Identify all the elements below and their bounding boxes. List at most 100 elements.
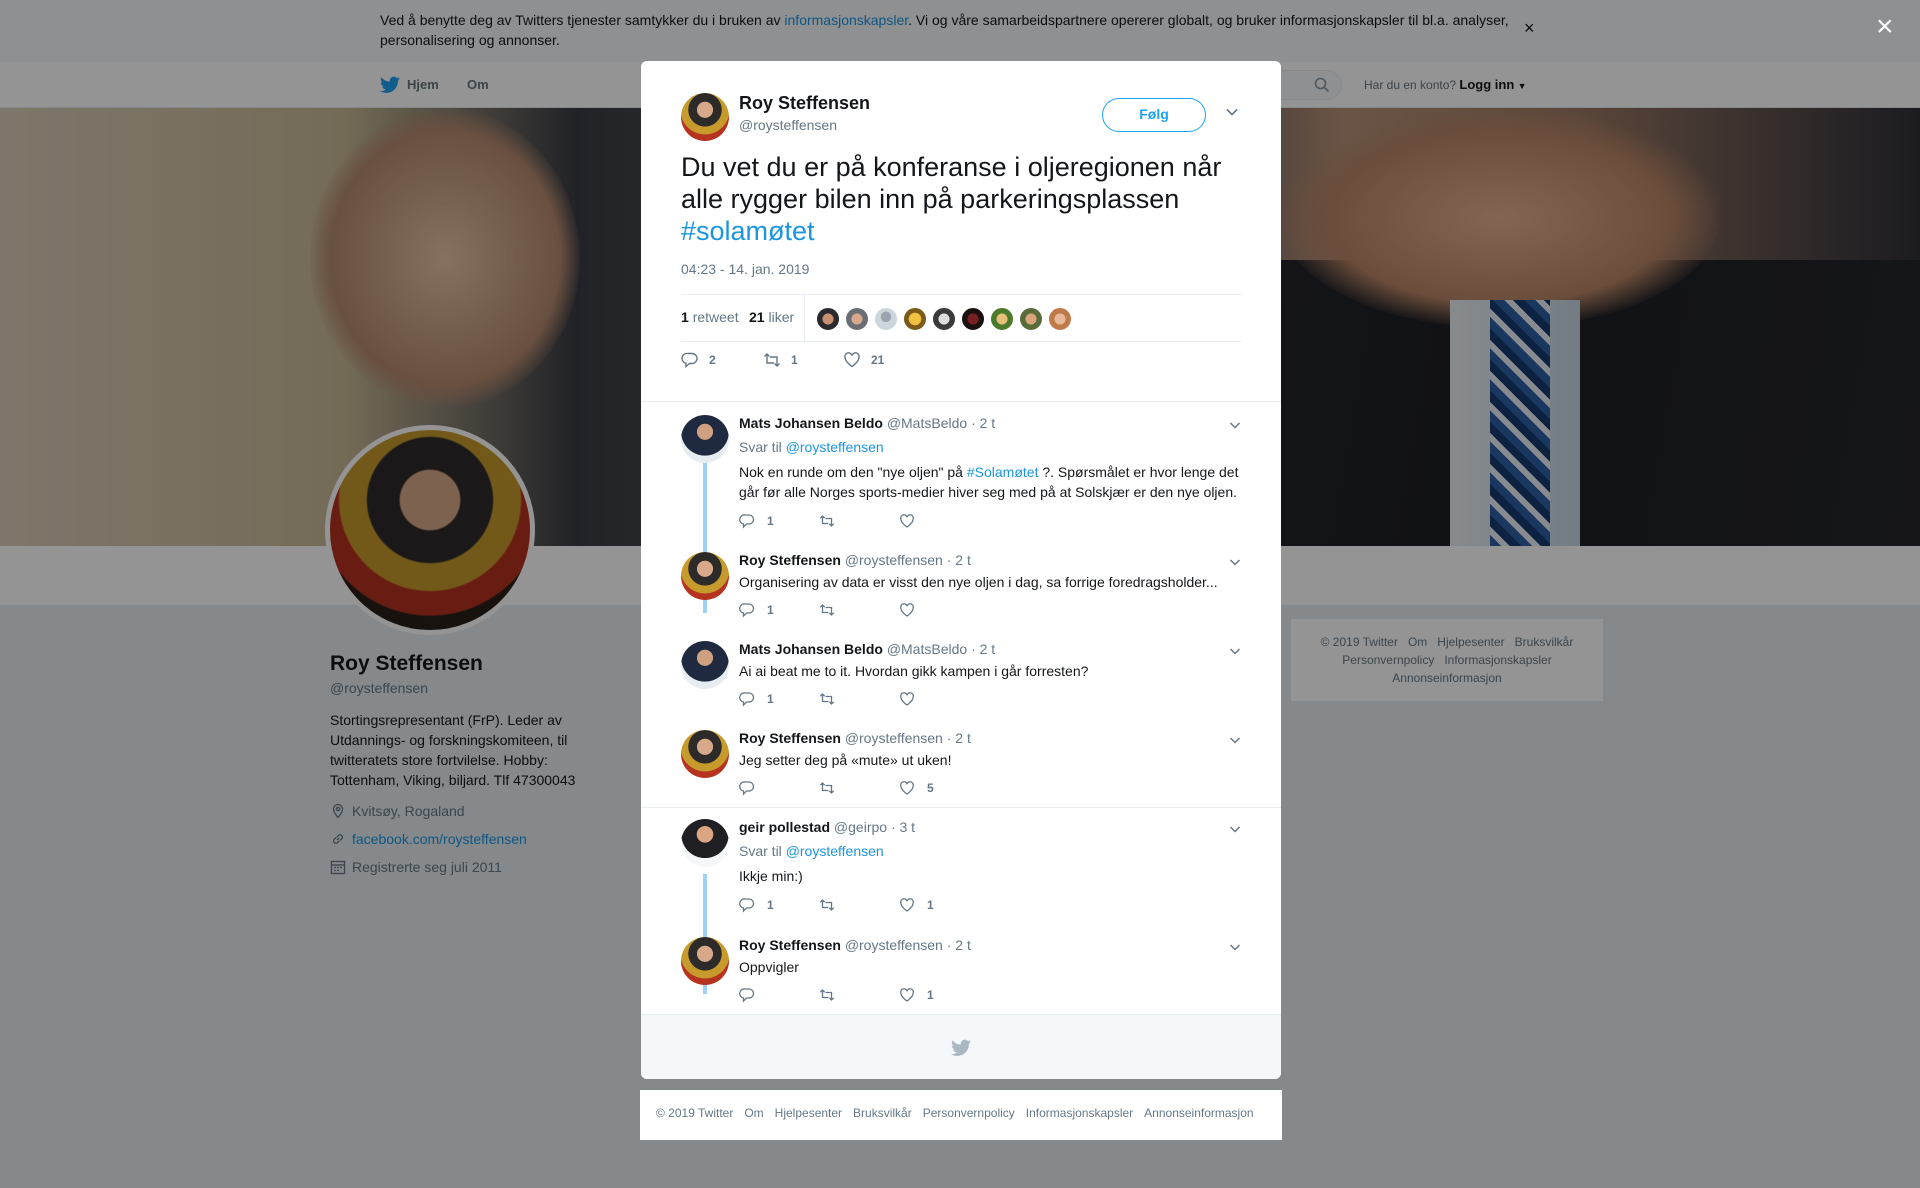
- divider: [641, 401, 1281, 402]
- reply-author-name[interactable]: Roy Steffensen: [739, 730, 841, 746]
- reply-tweet[interactable]: Mats Johansen Beldo @MatsBeldo · 2 t Ai …: [681, 641, 1241, 721]
- avatar[interactable]: [681, 415, 729, 463]
- reply-time[interactable]: · 3 t: [891, 819, 915, 835]
- reply-button[interactable]: 2: [681, 351, 716, 369]
- heart-icon: [900, 898, 914, 912]
- reply-count: 1: [767, 514, 774, 528]
- chevron-down-icon[interactable]: [1225, 105, 1239, 119]
- retweet-button[interactable]: [819, 780, 847, 796]
- retweet-button[interactable]: [819, 513, 847, 529]
- liker-avatar[interactable]: [903, 307, 927, 331]
- like-count: 21: [871, 353, 885, 367]
- modal-footer: [641, 1014, 1281, 1079]
- footer-ads[interactable]: Annonseinformasjon: [1144, 1106, 1253, 1120]
- reply-author-handle[interactable]: @roysteffensen: [845, 552, 943, 568]
- footer-privacy[interactable]: Personvernpolicy: [923, 1106, 1015, 1120]
- footer-about[interactable]: Om: [744, 1106, 763, 1120]
- like-button[interactable]: 1: [899, 987, 934, 1003]
- tweet-timestamp[interactable]: 04:23 - 14. jan. 2019: [681, 261, 809, 277]
- like-button[interactable]: 5: [899, 780, 934, 796]
- reply-tweet[interactable]: Roy Steffensen @roysteffensen · 2 t Oppv…: [681, 937, 1241, 1017]
- chevron-down-icon[interactable]: [1229, 734, 1241, 746]
- liker-avatar[interactable]: [1048, 307, 1072, 331]
- like-button[interactable]: [899, 602, 927, 618]
- reply-tweet[interactable]: Roy Steffensen @roysteffensen · 2 t Orga…: [681, 552, 1241, 632]
- retweet-button[interactable]: [819, 691, 847, 707]
- reply-time[interactable]: · 2 t: [971, 415, 995, 431]
- footer-cookies[interactable]: Informasjonskapsler: [1026, 1106, 1133, 1120]
- like-count: 1: [927, 988, 934, 1002]
- reply-author-name[interactable]: Mats Johansen Beldo: [739, 641, 883, 657]
- retweet-button[interactable]: [819, 602, 847, 618]
- reply-header: Roy Steffensen @roysteffensen · 2 t: [739, 552, 971, 568]
- like-button[interactable]: [899, 513, 927, 529]
- reply-to-link[interactable]: @roysteffensen: [786, 439, 884, 455]
- like-button[interactable]: 21: [843, 351, 884, 369]
- avatar[interactable]: [681, 730, 729, 778]
- reply-text: Ai ai beat me to it. Hvordan gikk kampen…: [739, 663, 1089, 679]
- like-button[interactable]: 1: [899, 897, 934, 913]
- avatar[interactable]: [681, 552, 729, 600]
- reply-button[interactable]: [739, 987, 767, 1003]
- reply-hashtag[interactable]: #Solamøtet: [967, 464, 1039, 480]
- liker-avatar[interactable]: [932, 307, 956, 331]
- reply-button[interactable]: 1: [739, 513, 774, 529]
- reply-author-name[interactable]: Mats Johansen Beldo: [739, 415, 883, 431]
- footer-help[interactable]: Hjelpesenter: [775, 1106, 842, 1120]
- reply-tweet[interactable]: Mats Johansen Beldo @MatsBeldo · 2 t Sva…: [681, 415, 1241, 529]
- like-button[interactable]: [899, 691, 927, 707]
- tweet-author-handle[interactable]: @roysteffensen: [739, 117, 837, 133]
- chevron-down-icon[interactable]: [1229, 645, 1241, 657]
- tweet-author-name[interactable]: Roy Steffensen: [739, 93, 870, 114]
- follow-button[interactable]: Følg: [1102, 98, 1206, 132]
- liker-avatar[interactable]: [961, 307, 985, 331]
- reply-button[interactable]: 1: [739, 897, 774, 913]
- reply-time[interactable]: · 2 t: [947, 552, 971, 568]
- reply-time[interactable]: · 2 t: [971, 641, 995, 657]
- tweet-hashtag[interactable]: #solamøtet: [681, 216, 815, 246]
- avatar[interactable]: [681, 937, 729, 985]
- retweet-stat[interactable]: 1 retweet: [681, 309, 739, 325]
- reply-author-name[interactable]: Roy Steffensen: [739, 937, 841, 953]
- liker-avatar[interactable]: [816, 307, 840, 331]
- liker-avatar[interactable]: [1019, 307, 1043, 331]
- chevron-down-icon[interactable]: [1229, 941, 1241, 953]
- reply-author-handle[interactable]: @MatsBeldo: [887, 415, 967, 431]
- retweet-icon: [819, 515, 835, 527]
- reply-author-handle[interactable]: @MatsBeldo: [887, 641, 967, 657]
- reply-author-handle[interactable]: @geirpo: [834, 819, 887, 835]
- chevron-down-icon[interactable]: [1229, 419, 1241, 431]
- liker-avatar[interactable]: [845, 307, 869, 331]
- liker-avatar[interactable]: [990, 307, 1014, 331]
- bottom-footer: © 2019 Twitter Om Hjelpesenter Bruksvilkår P…: [640, 1090, 1282, 1140]
- reply-to-label: Svar til: [739, 843, 786, 859]
- retweet-button[interactable]: 1: [763, 351, 798, 369]
- likes-stat[interactable]: 21 liker: [749, 309, 794, 325]
- reply-button[interactable]: [739, 780, 767, 796]
- close-icon[interactable]: ×: [1876, 12, 1894, 42]
- liker-avatar[interactable]: [874, 307, 898, 331]
- avatar[interactable]: [681, 93, 729, 141]
- reply-to-link[interactable]: @roysteffensen: [786, 843, 884, 859]
- retweet-button[interactable]: [819, 987, 847, 1003]
- reply-author-name[interactable]: Roy Steffensen: [739, 552, 841, 568]
- reply-time[interactable]: · 2 t: [947, 937, 971, 953]
- avatar[interactable]: [681, 641, 729, 689]
- reply-tweet[interactable]: geir pollestad @geirpo · 3 t Svar til @r…: [681, 819, 1241, 913]
- likes-label: liker: [768, 309, 795, 325]
- footer-terms[interactable]: Bruksvilkår: [853, 1106, 912, 1120]
- avatar[interactable]: [681, 819, 729, 867]
- reply-author-handle[interactable]: @roysteffensen: [845, 937, 943, 953]
- chevron-down-icon[interactable]: [1229, 556, 1241, 568]
- reply-author-name[interactable]: geir pollestad: [739, 819, 830, 835]
- chevron-down-icon[interactable]: [1229, 823, 1241, 835]
- reply-tweet[interactable]: Roy Steffensen @roysteffensen · 2 t Jeg …: [681, 730, 1241, 810]
- reply-button[interactable]: 1: [739, 691, 774, 707]
- reply-count: 1: [767, 603, 774, 617]
- reply-time[interactable]: · 2 t: [947, 730, 971, 746]
- retweet-button[interactable]: [819, 897, 847, 913]
- retweet-count: 1: [791, 353, 798, 367]
- reply-text: Oppvigler: [739, 959, 799, 975]
- reply-author-handle[interactable]: @roysteffensen: [845, 730, 943, 746]
- reply-button[interactable]: 1: [739, 602, 774, 618]
